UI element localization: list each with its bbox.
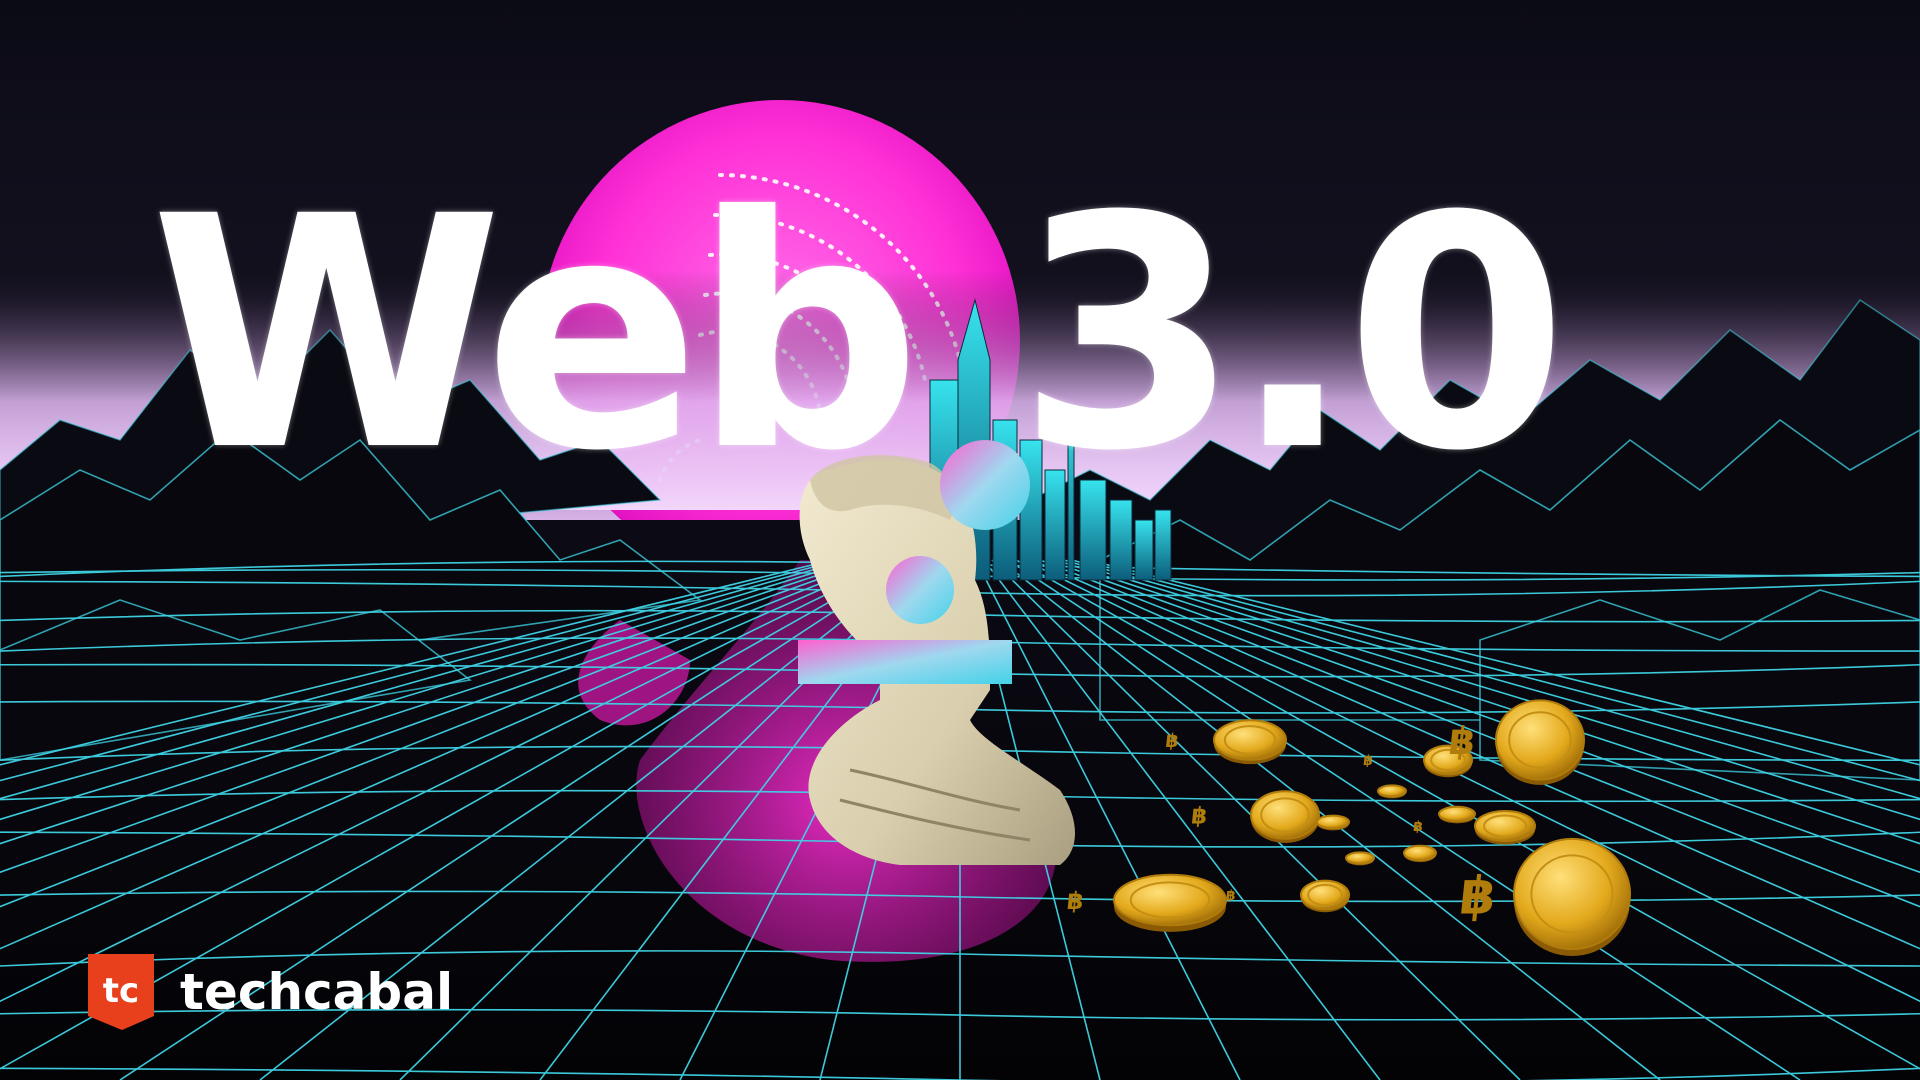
svg-text:฿: ฿ <box>1362 753 1373 769</box>
web3-banner: ฿฿฿฿฿฿฿฿ Web 3.0 tc techcabal <box>0 0 1920 1080</box>
headline: Web 3.0 <box>150 149 1568 521</box>
brand-name: techcabal <box>180 963 454 1021</box>
svg-text:฿: ฿ <box>1457 866 1499 926</box>
bitcoin-coin-icon <box>1377 784 1407 799</box>
svg-text:฿: ฿ <box>1066 887 1086 915</box>
svg-text:฿: ฿ <box>1164 730 1180 752</box>
bitcoin-coin-icon <box>1403 844 1437 863</box>
bitcoin-coin-icon <box>1438 805 1476 824</box>
svg-text:฿: ฿ <box>1412 819 1423 835</box>
svg-text:฿: ฿ <box>1190 803 1209 829</box>
logo-letters: tc <box>103 971 139 1011</box>
bitcoin-coin-icon <box>1316 814 1350 831</box>
techcabal-logo-icon: tc <box>88 954 154 1030</box>
brand-logo[interactable]: tc techcabal <box>82 950 453 1034</box>
svg-text:฿: ฿ <box>1447 719 1478 763</box>
svg-text:฿: ฿ <box>1225 888 1236 904</box>
bitcoin-coin-icon <box>1345 851 1375 866</box>
